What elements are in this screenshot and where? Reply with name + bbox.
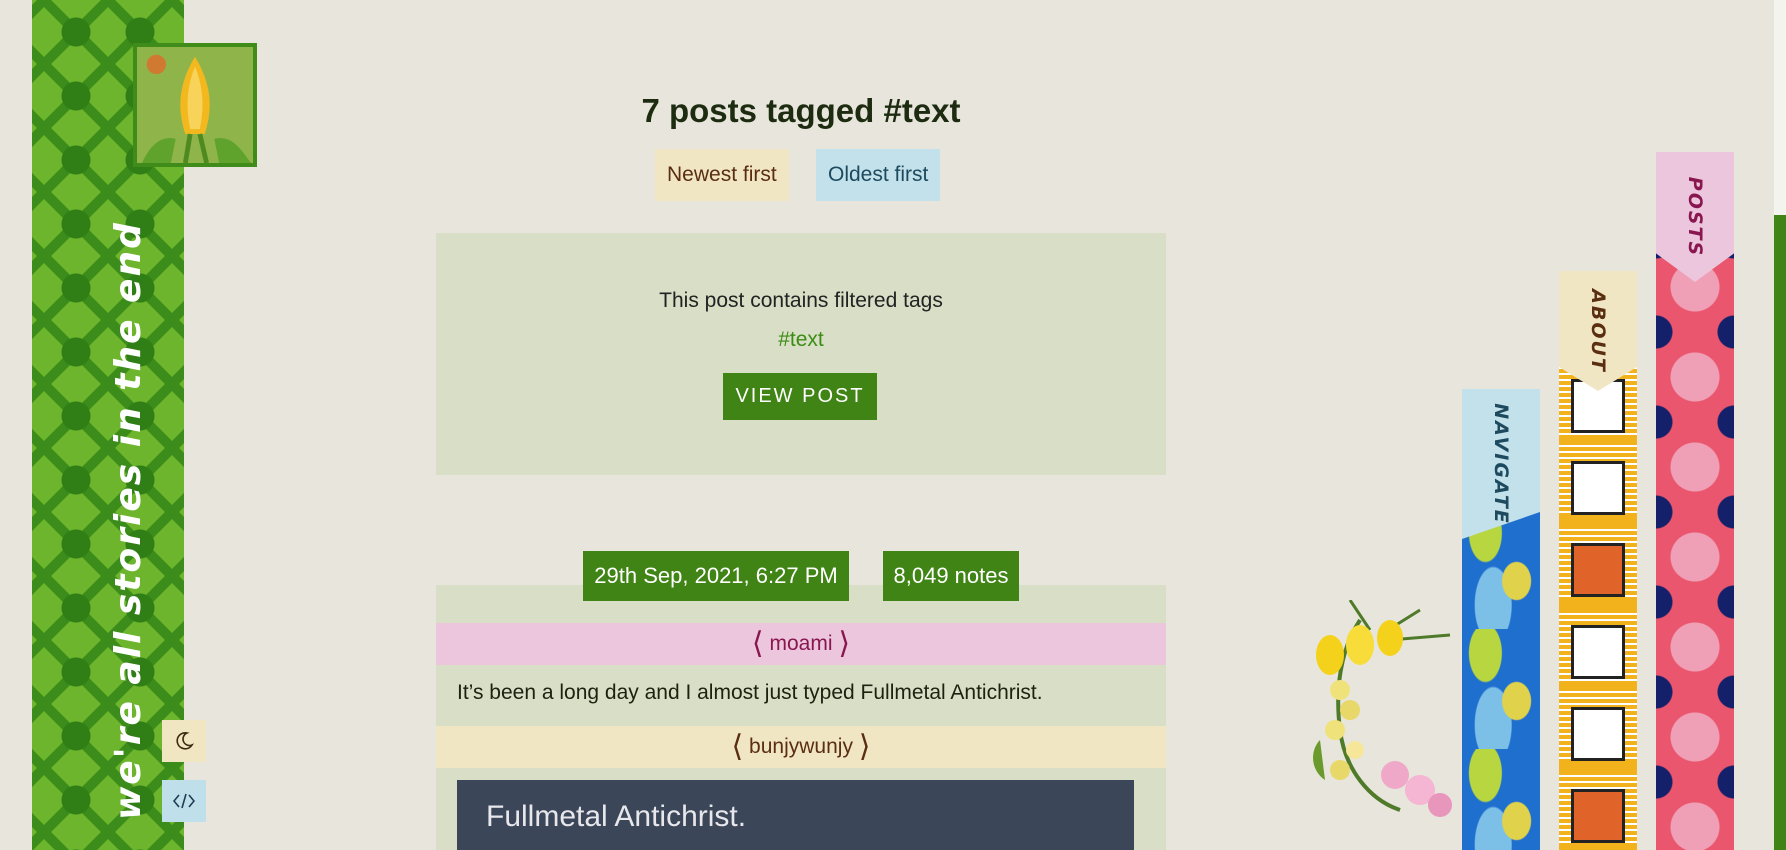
tab-navigate-label: NAVIGATE [1462, 389, 1540, 539]
reblog-username[interactable]: bunjywunjy [749, 735, 853, 758]
filtered-tag-link[interactable]: #text [436, 328, 1166, 352]
blog-title: we're all stories in the end [108, 221, 149, 820]
post-image-caption: Fullmetal Antichrist. [486, 800, 747, 833]
tab-navigate[interactable]: NAVIGATE [1462, 389, 1540, 850]
reblog-header: ⟨ bunjywunjy ⟩ [436, 726, 1166, 768]
code-icon [173, 793, 195, 809]
reblog-header: ⟨ moami ⟩ [436, 623, 1166, 665]
flower-bouquet-icon [1313, 600, 1452, 817]
sort-newest-button[interactable]: Newest first [655, 149, 789, 201]
post-notes-link[interactable]: 8,049 notes [883, 551, 1019, 601]
page-title: 7 posts tagged #text [641, 92, 961, 129]
scrollbar-thumb[interactable] [1774, 215, 1786, 850]
tab-posts[interactable]: POSTS [1656, 152, 1734, 850]
post-date-link[interactable]: 29th Sep, 2021, 6:27 PM [583, 551, 849, 601]
post-body-text: It’s been a long day and I almost just t… [457, 681, 1043, 704]
moon-icon [176, 732, 194, 750]
flower-photo-icon [137, 47, 253, 163]
chevron-left-icon: ⟨ [731, 729, 744, 764]
chevron-left-icon: ⟨ [751, 626, 764, 661]
chevron-right-icon: ⟩ [838, 626, 851, 661]
avatar[interactable] [133, 43, 257, 167]
view-post-button[interactable]: VIEW POST [723, 373, 877, 420]
theme-toggle-button[interactable] [162, 720, 206, 762]
filtered-message: This post contains filtered tags [659, 289, 943, 312]
chevron-right-icon: ⟩ [858, 729, 871, 764]
sort-oldest-button[interactable]: Oldest first [816, 149, 941, 201]
source-code-button[interactable] [162, 780, 206, 822]
tab-about-label: ABOUT [1559, 271, 1637, 391]
tab-posts-label: POSTS [1656, 152, 1734, 282]
post-card: ⟨ moami ⟩ It’s been a long day and I alm… [436, 585, 1166, 850]
filtered-post-card: This post contains filtered tags #text V… [436, 233, 1166, 475]
reblog-username[interactable]: moami [769, 632, 832, 655]
post-image: Fullmetal Antichrist. [457, 780, 1134, 850]
tab-about[interactable]: ABOUT [1559, 271, 1637, 850]
sort-controls: Newest first Oldest first [436, 149, 1166, 201]
